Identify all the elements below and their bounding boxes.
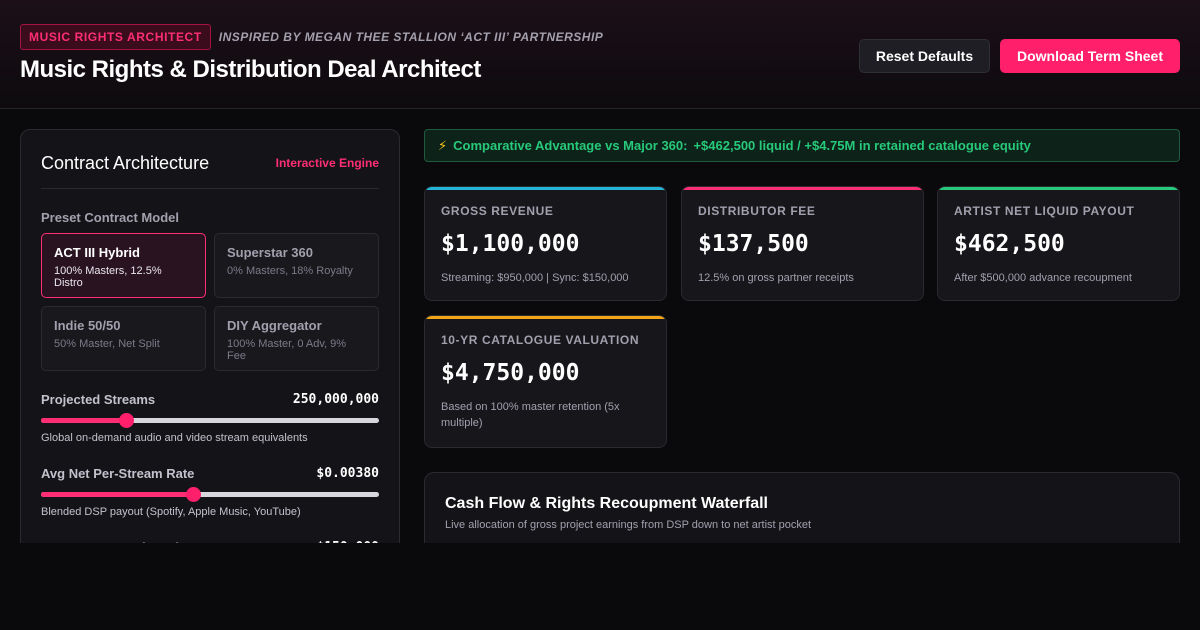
preset-desc: 0% Masters, 18% Royalty [227,265,353,277]
preset-act-iii-hybrid[interactable]: ACT III Hybrid 100% Masters, 12.5% Distr… [41,233,206,298]
page-title: Music Rights & Distribution Deal Archite… [20,56,481,83]
kpi-label: DISTRIBUTOR FEE [698,204,816,218]
rate-label: Avg Net Per-Stream Rate [41,465,195,481]
preset-name: DIY Aggregator [227,318,322,333]
streams-help: Global on-demand audio and video stream … [41,432,308,444]
kpi-accent [682,187,923,190]
streams-slider-block: Projected Streams 250,000,000 Global on-… [41,390,379,444]
preset-name: Indie 50/50 [54,318,121,333]
contract-architecture-panel: Contract Architecture Interactive Engine… [20,129,400,579]
slider-fill [41,418,126,423]
panel-divider [41,188,379,189]
kpi-accent [425,316,666,319]
preset-desc: 50% Master, Net Split [54,338,160,350]
interactive-engine-tag: Interactive Engine [275,156,379,170]
kpi-label: GROSS REVENUE [441,204,554,218]
kpi-accent [425,187,666,190]
preset-superstar-360[interactable]: Superstar 360 0% Masters, 18% Royalty [214,233,379,298]
preset-desc: 100% Masters, 12.5% Distro [54,265,162,289]
waterfall-subtitle: Live allocation of gross project earning… [445,519,812,531]
preset-name: Superstar 360 [227,245,313,260]
kpi-catalogue-valuation: 10-YR CATALOGUE VALUATION $4,750,000 Bas… [424,315,667,448]
kpi-label: ARTIST NET LIQUID PAYOUT [954,204,1135,218]
preset-indie-50-50[interactable]: Indie 50/50 50% Master, Net Split [41,306,206,371]
kpi-value: $4,750,000 [441,360,580,386]
kpi-accent [938,187,1179,190]
waterfall-title: Cash Flow & Rights Recoupment Waterfall [445,495,768,512]
streams-slider[interactable] [41,413,379,428]
download-term-sheet-button[interactable]: Download Term Sheet [1000,39,1180,73]
app-badge: MUSIC RIGHTS ARCHITECT [20,24,211,50]
app-header: MUSIC RIGHTS ARCHITECT INSPIRED BY MEGAN… [0,0,1200,109]
kpi-value: $462,500 [954,231,1065,257]
rate-slider-block: Avg Net Per-Stream Rate $0.00380 Blended… [41,464,379,518]
preset-desc: 100% Master, 0 Adv, 9% Fee [227,338,347,362]
inspired-caption: INSPIRED BY MEGAN THEE STALLION ‘ACT III… [218,30,604,44]
kpi-sub: After $500,000 advance recoupment [954,272,1132,284]
comparative-advantage-banner: ⚡ Comparative Advantage vs Major 360: +$… [424,129,1180,162]
rate-slider[interactable] [41,487,379,502]
streams-label: Projected Streams [41,391,156,407]
viewport-cutoff [0,543,1200,630]
kpi-sub: 12.5% on gross partner receipts [698,272,854,284]
preset-grid: ACT III Hybrid 100% Masters, 12.5% Distr… [41,233,379,371]
streams-value: 250,000,000 [292,391,379,407]
slider-fill [41,492,194,497]
kpi-label: 10-YR CATALOGUE VALUATION [441,333,640,347]
header-badge-row: MUSIC RIGHTS ARCHITECT INSPIRED BY MEGAN… [20,24,603,50]
advantage-label: Comparative Advantage vs Major 360: [453,138,688,153]
slider-thumb[interactable] [186,487,202,502]
kpi-sub: Based on 100% master retention (5x multi… [441,401,620,429]
preset-diy-aggregator[interactable]: DIY Aggregator 100% Master, 0 Adv, 9% Fe… [214,306,379,371]
kpi-sub: Streaming: $950,000 | Sync: $150,000 [441,272,629,284]
lightning-icon: ⚡ [438,137,448,153]
rate-help: Blended DSP payout (Spotify, Apple Music… [41,506,301,518]
kpi-value: $137,500 [698,231,809,257]
slider-thumb[interactable] [118,413,134,428]
kpi-artist-net-payout: ARTIST NET LIQUID PAYOUT $462,500 After … [937,186,1180,301]
preset-name: ACT III Hybrid [54,245,140,260]
kpi-value: $1,100,000 [441,231,580,257]
rate-value: $0.00380 [316,465,379,481]
kpi-gross-revenue: GROSS REVENUE $1,100,000 Streaming: $950… [424,186,667,301]
kpi-distributor-fee: DISTRIBUTOR FEE $137,500 12.5% on gross … [681,186,924,301]
preset-label: Preset Contract Model [41,210,179,225]
panel-title: Contract Architecture [41,153,210,173]
advantage-value: +$462,500 liquid / +$4.75M in retained c… [693,138,1031,153]
reset-defaults-button[interactable]: Reset Defaults [859,39,990,73]
